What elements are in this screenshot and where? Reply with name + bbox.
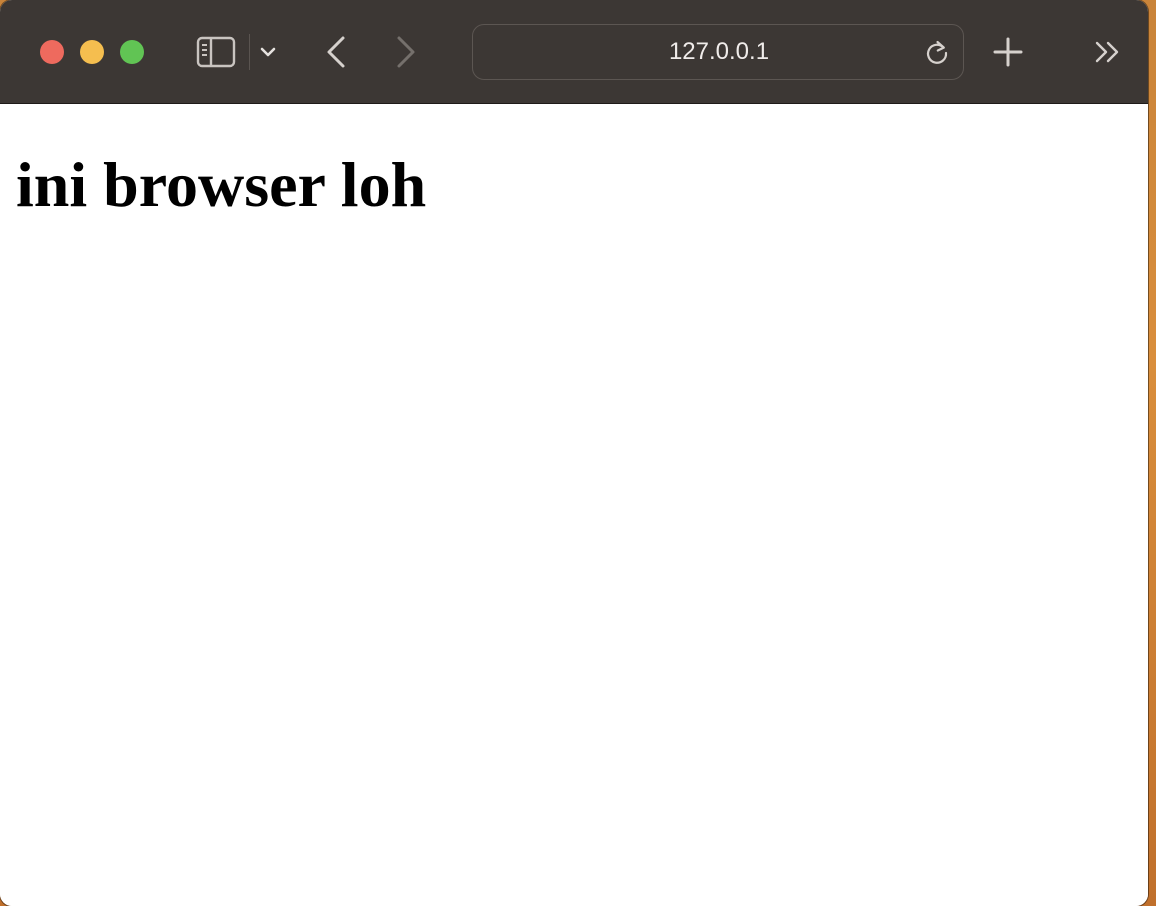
address-url[interactable]: 127.0.0.1 — [473, 25, 965, 79]
plus-icon — [993, 37, 1023, 67]
chevron-down-icon — [260, 47, 276, 57]
browser-toolbar: 127.0.0.1 — [0, 0, 1148, 104]
page-heading: ini browser loh — [16, 149, 427, 220]
forward-button[interactable] — [390, 32, 422, 72]
chevron-left-icon — [327, 36, 345, 68]
browser-window: 127.0.0.1 ini browser loh — [0, 0, 1148, 906]
toolbar-overflow-button[interactable] — [1090, 36, 1126, 68]
chevron-right-icon — [397, 36, 415, 68]
reload-icon — [926, 40, 948, 64]
sidebar-icon — [196, 36, 236, 68]
tab-group-menu-button[interactable] — [256, 38, 280, 66]
close-window-button[interactable] — [40, 40, 64, 64]
zoom-window-button[interactable] — [120, 40, 144, 64]
minimize-window-button[interactable] — [80, 40, 104, 64]
address-bar[interactable]: 127.0.0.1 — [472, 24, 964, 80]
toggle-sidebar-button[interactable] — [194, 32, 238, 72]
double-chevron-right-icon — [1095, 41, 1119, 63]
toolbar-divider — [249, 34, 250, 70]
page-content: ini browser loh — [0, 104, 1148, 906]
reload-button[interactable] — [923, 38, 951, 66]
new-tab-button[interactable] — [988, 32, 1028, 72]
back-button[interactable] — [320, 32, 352, 72]
